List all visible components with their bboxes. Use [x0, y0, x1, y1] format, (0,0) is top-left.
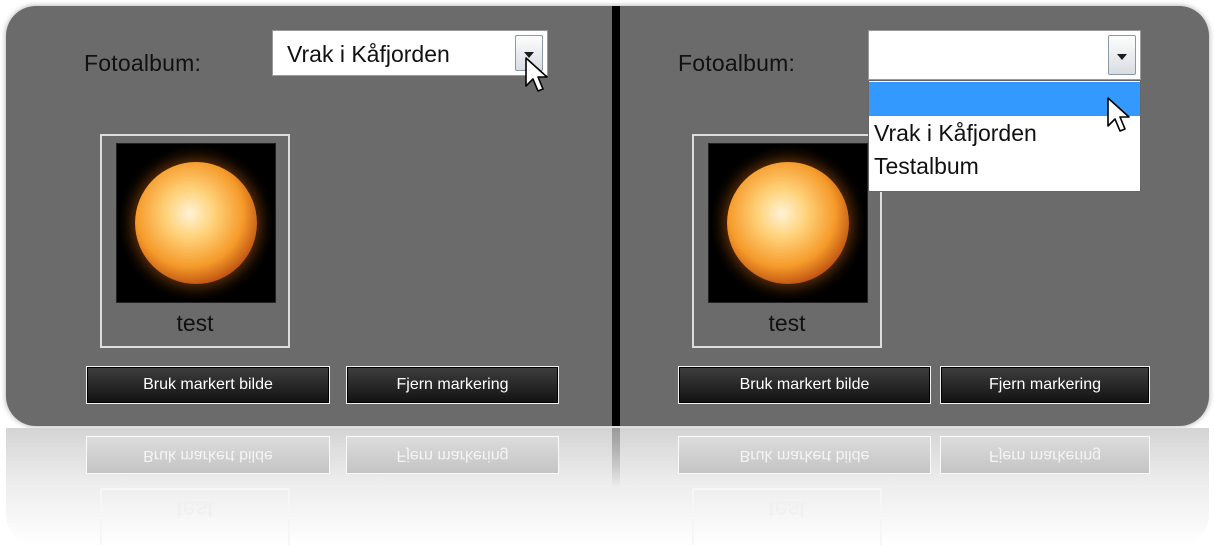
photo-caption: test	[768, 310, 806, 336]
fotoalbum-label: Fotoalbum:	[84, 50, 202, 76]
album-panel-closed: Fotoalbum: Vrak i Kåfjorden test Bruk ma…	[6, 6, 612, 426]
photo-thumbnail[interactable]: test	[100, 134, 290, 348]
mouse-cursor-icon	[1107, 97, 1130, 132]
reflection-clear-button: Fjern markering	[346, 436, 559, 474]
use-selected-image-button[interactable]: Bruk markert bilde	[678, 366, 931, 404]
album-select[interactable]	[868, 30, 1141, 80]
sun-photo-image	[116, 143, 276, 303]
panel-divider	[612, 6, 620, 426]
fotoalbum-label: Fotoalbum:	[678, 50, 796, 76]
reflection-thumbnail: test	[100, 488, 290, 545]
sun-photo-image	[708, 143, 868, 303]
reflection-thumbnail: test	[692, 488, 882, 545]
photo-caption: test	[176, 310, 214, 336]
reflection-divider	[612, 428, 620, 488]
reflection-clear-button: Fjern markering	[940, 436, 1150, 474]
album-picker-stage: Fotoalbum: Vrak i Kåfjorden test Bruk ma…	[6, 6, 1209, 426]
album-dropdown-list: Vrak i Kåfjorden Testalbum	[868, 80, 1141, 192]
use-selected-image-button[interactable]: Bruk markert bilde	[86, 366, 330, 404]
chevron-down-icon[interactable]	[1108, 35, 1136, 75]
dropdown-option-vrak[interactable]: Vrak i Kåfjorden	[869, 118, 1140, 152]
dropdown-option-testalbum[interactable]: Testalbum	[869, 151, 1140, 185]
reflection-use-button: Bruk markert bilde	[86, 436, 330, 474]
album-select-value: Vrak i Kåfjorden	[287, 41, 450, 67]
photo-thumbnail[interactable]: test	[692, 134, 882, 348]
clear-selection-button[interactable]: Fjern markering	[346, 366, 559, 404]
reflection-use-button: Bruk markert bilde	[678, 436, 931, 474]
dropdown-option-empty[interactable]	[869, 82, 1140, 116]
album-select[interactable]: Vrak i Kåfjorden	[272, 30, 548, 76]
clear-selection-button[interactable]: Fjern markering	[940, 366, 1150, 404]
mirror-reflection: Bruk markert bilde Fjern markering Bruk …	[6, 428, 1209, 545]
album-panel-open: Fotoalbum: test Bruk markert bilde Fjern…	[620, 6, 1209, 426]
mouse-cursor-icon	[525, 57, 548, 92]
